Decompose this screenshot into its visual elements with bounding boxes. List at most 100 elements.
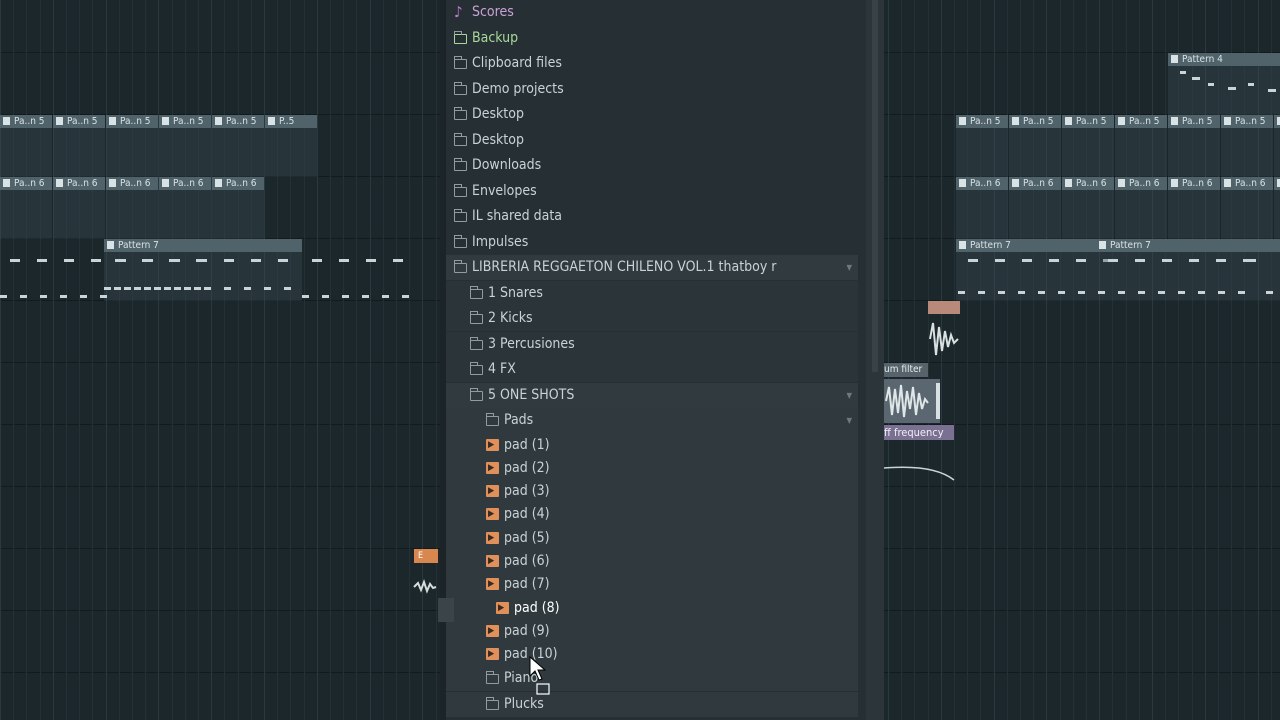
audio-clip-hint[interactable]: E <box>414 549 438 563</box>
browser-item[interactable]: 3 Percusiones <box>446 332 858 357</box>
browser-scrollbar[interactable] <box>866 0 884 720</box>
pattern-clip-header[interactable]: Pa..n 5 <box>0 115 52 128</box>
automation-clip[interactable]: um filter <box>884 363 954 425</box>
collapse-arrow-icon[interactable]: ▼ <box>846 383 852 408</box>
pattern-clip[interactable]: Pa..n 5 <box>1221 115 1273 177</box>
browser-scroll-thumb[interactable] <box>872 0 878 372</box>
pattern-clip-header[interactable]: Pa..n 5 <box>1009 115 1061 128</box>
pattern-clip[interactable]: Pa..n 5 <box>1009 115 1061 177</box>
pattern-clip-header[interactable]: Pa..n 6 <box>0 177 52 190</box>
pattern-clip[interactable]: Pa..n 6 <box>1168 177 1220 239</box>
pattern-clip-header[interactable]: Pa..n 6 <box>212 177 264 190</box>
pattern-clip-header[interactable]: Pa..n 5 <box>53 115 105 128</box>
browser-item[interactable]: pad (4) <box>446 502 858 527</box>
pattern-clip[interactable]: Pa..n 5 <box>1168 115 1220 177</box>
pattern-clip-header[interactable]: Pa..n 5 <box>1062 115 1114 128</box>
browser-item[interactable]: 1 Snares <box>446 281 858 306</box>
browser-item[interactable]: IL shared data <box>446 204 858 229</box>
collapse-arrow-icon[interactable]: ▼ <box>846 255 852 280</box>
pattern-clip[interactable]: Pattern 7 <box>1096 239 1280 301</box>
browser-item[interactable]: pad (2) <box>446 456 858 481</box>
browser-item[interactable]: Plucks <box>446 692 858 717</box>
pattern-clip[interactable]: Pa..n 6 <box>106 177 158 239</box>
browser-item[interactable]: LIBRERIA REGGAETON CHILENO VOL.1 thatboy… <box>446 255 858 280</box>
browser-item[interactable]: pad (5) <box>446 526 858 551</box>
pattern-clip-header[interactable]: Pa..n 6 <box>956 177 1008 190</box>
pattern-clip-header[interactable]: Pattern 7 <box>104 239 302 252</box>
browser-item[interactable]: 5 ONE SHOTS ▼ <box>446 383 858 408</box>
browser-item[interactable]: pad (3) <box>446 479 858 504</box>
pattern-clip-header[interactable]: Pa..n 5 <box>956 115 1008 128</box>
pattern-clip-header[interactable]: Pa..n 5 <box>106 115 158 128</box>
pattern-clip-header[interactable]: Pattern 7 <box>1096 239 1280 252</box>
browser-item[interactable]: Backup <box>446 26 858 51</box>
pattern-clip-header[interactable]: Pa..n 5 <box>212 115 264 128</box>
browser-item[interactable]: pad (9) <box>446 619 858 644</box>
pattern-clip[interactable]: Pa..n 6 <box>1274 177 1280 239</box>
browser-item[interactable]: Pads ▼ <box>446 408 858 433</box>
collapse-arrow-icon[interactable]: ▼ <box>846 408 852 433</box>
pattern-clip[interactable]: Pa..n 6 <box>1115 177 1167 239</box>
browser-item[interactable]: Impulses <box>446 230 858 255</box>
browser-item[interactable]: Desktop <box>446 102 858 127</box>
pattern-clip-header[interactable]: Pa..n 6 <box>159 177 211 190</box>
browser-item[interactable]: pad (10) <box>446 642 858 667</box>
pattern-clip[interactable]: Pa..n 6 <box>1062 177 1114 239</box>
playlist-left[interactable]: Pa..n 5 Pa..n 5 Pa..n 5 Pa..n 5 Pa..n 5 P..5 P… <box>0 0 440 720</box>
pattern-clip[interactable]: Pa..n 5 <box>0 115 52 177</box>
playlist-right[interactable]: Pattern 4 Pa..n 5 Pa..n 5 Pa..n 5 Pa..n 5 Pa.… <box>884 0 1280 720</box>
browser-item[interactable]: pad (1) <box>446 433 858 458</box>
browser-item[interactable]: Piano <box>446 666 858 691</box>
pattern-clip-header[interactable]: P..5 <box>265 115 317 128</box>
pattern-clip[interactable]: Pattern 7 <box>956 239 1113 301</box>
pattern-clip-header[interactable]: Pa..n 5 <box>159 115 211 128</box>
pattern-clip-header[interactable]: Pa..n 6 <box>1115 177 1167 190</box>
pattern-clip-header[interactable]: Pa..n 5 <box>1115 115 1167 128</box>
browser-item[interactable]: pad (7) <box>446 572 858 597</box>
pattern-clip-header[interactable]: Pa..n 6 <box>106 177 158 190</box>
browser-item[interactable]: ♪ Scores <box>446 0 858 25</box>
pattern-clip[interactable]: P..5 <box>265 115 317 177</box>
pattern-clip-header[interactable]: Pa..n 6 <box>53 177 105 190</box>
browser-item[interactable]: 4 FX <box>446 357 858 382</box>
folder-open-icon <box>454 260 467 273</box>
browser-item[interactable]: Envelopes <box>446 179 858 204</box>
browser-item[interactable]: Downloads <box>446 153 858 178</box>
pattern-clip-header[interactable]: Pattern 7 <box>956 239 1096 252</box>
browser-item[interactable]: Demo projects <box>446 77 858 102</box>
pattern-clip-header[interactable]: Pa..n 6 <box>1009 177 1061 190</box>
pattern-clip[interactable]: Pa..n 6 <box>1009 177 1061 239</box>
pattern-clip[interactable]: Pa..n 5 <box>1115 115 1167 177</box>
pattern-clip[interactable]: Pa..n 6 <box>0 177 52 239</box>
pattern-clip-header[interactable]: Pa..n 6 <box>1221 177 1273 190</box>
pattern-clip[interactable]: Pattern 4 <box>1168 53 1280 115</box>
pattern-clip[interactable]: Pa..n 6 <box>1221 177 1273 239</box>
pattern-clip[interactable]: Pa..n 6 <box>159 177 211 239</box>
pattern-clip[interactable]: Pa..n 6 <box>53 177 105 239</box>
pattern-clip-header[interactable]: Pa..n 6 <box>1168 177 1220 190</box>
pattern-clip-header[interactable]: Pattern 4 <box>1168 53 1280 66</box>
pattern-clip-header[interactable]: Pa..5 <box>1274 115 1280 128</box>
pattern-clip-header[interactable]: Pa..n 6 <box>1062 177 1114 190</box>
audio-clip[interactable] <box>928 301 960 361</box>
pattern-clip-header[interactable]: Pa..n 6 <box>1274 177 1280 190</box>
browser-item[interactable]: pad (8) <box>446 596 858 621</box>
pattern-clip[interactable]: Pa..n 5 <box>956 115 1008 177</box>
pattern-clip[interactable]: Pa..n 6 <box>212 177 264 239</box>
pattern-clip[interactable]: Pa..5 <box>1274 115 1280 177</box>
pattern-clip[interactable]: Pa..n 5 <box>159 115 211 177</box>
browser-item[interactable]: Desktop <box>446 128 858 153</box>
pattern-clip[interactable]: Pa..n 5 <box>1062 115 1114 177</box>
browser-item[interactable]: pad (6) <box>446 549 858 574</box>
browser-resize-handle[interactable] <box>438 598 454 622</box>
browser-item[interactable]: 2 Kicks <box>446 306 858 331</box>
browser-item[interactable]: Clipboard files <box>446 51 858 76</box>
pattern-clip[interactable]: Pa..n 5 <box>106 115 158 177</box>
pattern-clip[interactable]: Pa..n 6 <box>956 177 1008 239</box>
pattern-clip-header[interactable]: Pa..n 5 <box>1168 115 1220 128</box>
pattern-clip[interactable]: Pa..n 5 <box>212 115 264 177</box>
pattern-clip[interactable]: Pattern 7 <box>104 239 302 301</box>
pattern-clip-header[interactable]: Pa..n 5 <box>1221 115 1273 128</box>
browser-panel[interactable]: ♪ Scores Backup Clipboard files Demo project… <box>440 0 884 720</box>
pattern-clip[interactable]: Pa..n 5 <box>53 115 105 177</box>
